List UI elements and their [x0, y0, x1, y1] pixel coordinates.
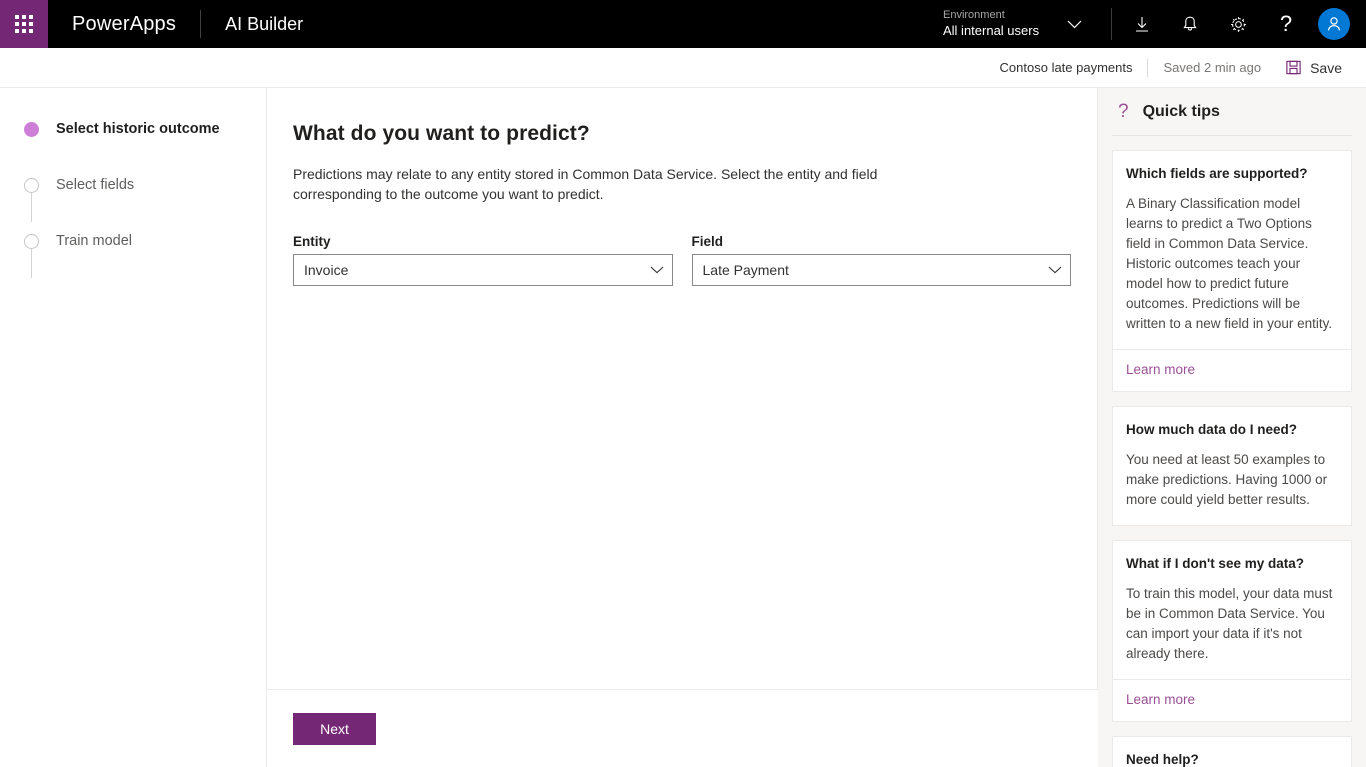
chevron-down-icon [1048, 266, 1062, 274]
learn-more-link[interactable]: Learn more [1126, 692, 1195, 707]
header-spacer [327, 0, 933, 48]
tip-question: Which fields are supported? [1126, 166, 1308, 181]
field-label: Field [691, 234, 724, 249]
step-label: Select fields [56, 177, 135, 193]
tip-question: How much data do I need? [1126, 422, 1298, 437]
field-dropdown[interactable]: Late Payment [691, 254, 1071, 286]
save-icon [1285, 59, 1302, 76]
chevron-down-icon [650, 266, 664, 274]
step-label: Train model [56, 233, 133, 249]
step-dot-icon [24, 233, 39, 249]
tip-card: Which fields are supported? A Binary Cla… [1112, 150, 1352, 392]
environment-label: Environment [943, 9, 1005, 22]
target-field-group: Field Late Payment [691, 234, 1071, 286]
saved-status: Saved 2 min ago [1163, 60, 1262, 75]
next-button[interactable]: Next [293, 713, 376, 745]
question-mark-icon: ? [1118, 101, 1129, 122]
tip-question: What if I don't see my data? [1126, 556, 1304, 571]
download-icon[interactable] [1118, 0, 1166, 48]
wizard-footer: Next [267, 690, 1098, 767]
tip-link-row: Learn more [1113, 349, 1351, 391]
environment-picker[interactable]: Environment All internal users [933, 0, 1105, 48]
step-navigation: Select historic outcome Select fields Tr… [0, 88, 267, 767]
tip-answer: You need at least 50 examples to make pr… [1126, 452, 1328, 507]
step-dot-icon [24, 177, 39, 193]
step-select-fields[interactable]: Select fields [0, 170, 266, 200]
top-header: PowerApps AI Builder Environment All int… [0, 0, 1366, 48]
user-avatar[interactable] [1318, 8, 1350, 40]
command-bar: Contoso late payments Saved 2 min ago Sa… [0, 48, 1366, 88]
step-select-historic-outcome[interactable]: Select historic outcome [0, 114, 266, 144]
entity-label: Entity [293, 234, 331, 249]
header-divider [1111, 8, 1112, 40]
environment-value: All internal users [943, 22, 1040, 38]
page-body: Select historic outcome Select fields Tr… [0, 88, 1366, 767]
tip-body: What if I don't see my data? To train th… [1113, 541, 1351, 679]
tip-card: How much data do I need? You need at lea… [1112, 406, 1352, 526]
step-dot-icon [24, 121, 39, 137]
brand-powerapps[interactable]: PowerApps [48, 0, 200, 48]
main-content: What do you want to predict? Predictions… [267, 88, 1098, 767]
model-name: Contoso late payments [999, 60, 1133, 75]
field-value: Late Payment [702, 262, 789, 278]
content-card: What do you want to predict? Predictions… [267, 88, 1098, 690]
page-title: What do you want to predict? [293, 122, 590, 145]
step-label: Select historic outcome [56, 121, 220, 137]
app-name-ai-builder[interactable]: AI Builder [201, 0, 327, 48]
tip-body: How much data do I need? You need at lea… [1113, 407, 1351, 525]
tip-card: Need help? [1112, 736, 1352, 767]
help-icon[interactable]: ? [1262, 0, 1310, 48]
app-launcher-button[interactable] [0, 0, 48, 48]
quick-tips-header: ? Quick tips [1112, 88, 1352, 136]
entity-value: Invoice [304, 262, 349, 278]
bell-icon[interactable] [1166, 0, 1214, 48]
tip-answer: A Binary Classification model learns to … [1126, 196, 1333, 331]
tip-link-row: Learn more [1113, 679, 1351, 721]
fields-row: Entity Invoice Field Late Payment [293, 234, 1071, 286]
chevron-down-icon [1067, 20, 1082, 29]
quick-tips-title: Quick tips [1142, 102, 1220, 120]
entity-dropdown[interactable]: Invoice [293, 254, 673, 286]
tip-body: Which fields are supported? A Binary Cla… [1113, 151, 1351, 349]
tip-card: What if I don't see my data? To train th… [1112, 540, 1352, 722]
page-description: Predictions may relate to any entity sto… [293, 166, 878, 202]
header-icon-group: ? [1118, 0, 1366, 48]
tip-answer: To train this model, your data must be i… [1126, 586, 1333, 661]
entity-field-group: Entity Invoice [293, 234, 673, 286]
step-train-model[interactable]: Train model [0, 226, 266, 256]
quick-tips-panel: ? Quick tips Which fields are supported?… [1098, 88, 1366, 767]
tip-question: Need help? [1126, 752, 1199, 767]
save-label: Save [1310, 59, 1342, 76]
save-button[interactable]: Save [1277, 52, 1350, 84]
learn-more-link[interactable]: Learn more [1126, 362, 1195, 377]
tip-body: Need help? [1113, 737, 1351, 767]
waffle-icon [15, 15, 33, 33]
environment-text: Environment All internal users [943, 9, 1039, 39]
gear-icon[interactable] [1214, 0, 1262, 48]
